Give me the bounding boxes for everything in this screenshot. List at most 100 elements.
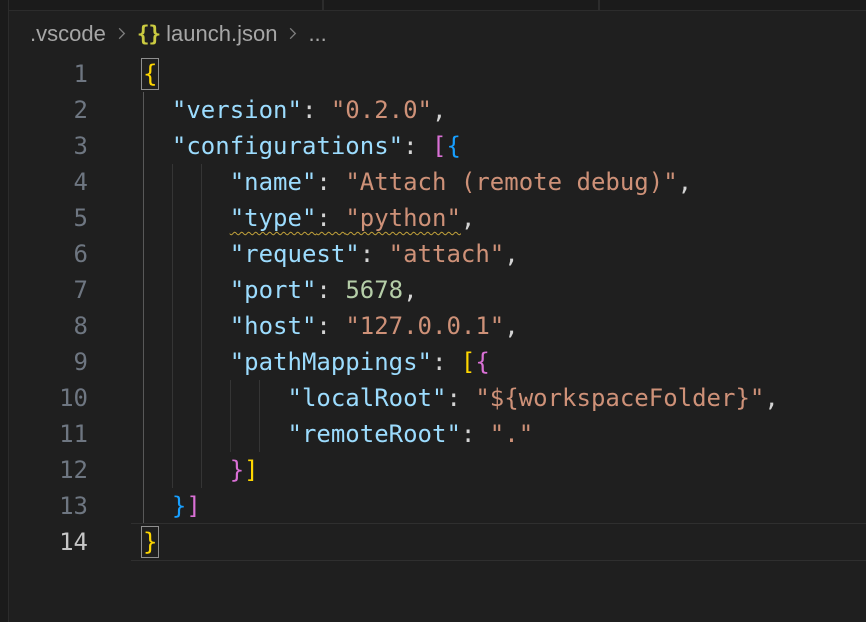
breadcrumb-file-label: launch.json [166, 21, 277, 47]
code-text: "port": 5678, [88, 276, 418, 304]
code-token: } [230, 456, 244, 484]
code-lines: 1{2 "version": "0.2.0",3 "configurations… [10, 56, 866, 560]
code-token: , [461, 204, 475, 232]
code-token: "pathMappings" [230, 348, 432, 376]
code-token: , [678, 168, 692, 196]
code-token: : [316, 204, 345, 232]
line-number: 3 [10, 128, 88, 164]
code-line[interactable]: 11 "remoteRoot": "." [10, 416, 866, 452]
line-number: 4 [10, 164, 88, 200]
code-token: : [316, 168, 345, 196]
code-token: "python" [345, 204, 461, 232]
code-token: "request" [230, 240, 360, 268]
code-token: ] [244, 456, 258, 484]
code-token: "version" [172, 96, 302, 124]
code-line[interactable]: 9 "pathMappings": [{ [10, 344, 866, 380]
activity-bar-edge [0, 0, 9, 622]
json-file-icon: {} [137, 22, 160, 46]
code-text: "name": "Attach (remote debug)", [88, 168, 692, 196]
code-line[interactable]: 13 }] [10, 488, 866, 524]
line-number: 5 [10, 200, 88, 236]
code-token: ] [186, 492, 200, 520]
code-token: "." [490, 420, 533, 448]
code-text: "version": "0.2.0", [88, 96, 446, 124]
code-token: "Attach (remote debug)" [345, 168, 677, 196]
code-text: } [88, 528, 157, 556]
code-text: }] [88, 492, 201, 520]
code-line[interactable]: 8 "host": "127.0.0.1", [10, 308, 866, 344]
line-number: 14 [10, 524, 88, 560]
code-token: "${workspaceFolder}" [475, 384, 764, 412]
code-token: : [316, 276, 345, 304]
code-line[interactable]: 6 "request": "attach", [10, 236, 866, 272]
breadcrumb-item-symbols[interactable]: ... [308, 21, 326, 47]
code-line[interactable]: 10 "localRoot": "${workspaceFolder}", [10, 380, 866, 416]
code-token: "localRoot" [288, 384, 447, 412]
warning-squiggle: "type": "python" [230, 204, 461, 232]
code-line[interactable]: 5 "type": "python", [10, 200, 866, 236]
code-text: "configurations": [{ [88, 132, 461, 160]
line-number: 1 [10, 56, 88, 92]
code-line[interactable]: 1{ [10, 56, 866, 92]
code-token: : [446, 384, 475, 412]
code-token: [ [432, 132, 446, 160]
breadcrumb-folder-label: .vscode [30, 21, 106, 47]
tab-separator [598, 0, 600, 10]
code-text: "pathMappings": [{ [88, 348, 490, 376]
line-number: 10 [10, 380, 88, 416]
code-line[interactable]: 2 "version": "0.2.0", [10, 92, 866, 128]
code-token: "remoteRoot" [288, 420, 461, 448]
breadcrumb-item-folder[interactable]: .vscode [30, 21, 106, 47]
line-number: 9 [10, 344, 88, 380]
code-line[interactable]: 3 "configurations": [{ [10, 128, 866, 164]
vscode-window: .vscode {} launch.json ... 1{2 "version"… [0, 0, 866, 622]
code-token: , [504, 240, 518, 268]
line-number: 7 [10, 272, 88, 308]
code-token: "attach" [389, 240, 505, 268]
bracket-match: } [143, 528, 157, 556]
tab-bar [0, 0, 866, 11]
code-token: "type" [230, 204, 317, 232]
code-token: : [360, 240, 389, 268]
code-token: "configurations" [172, 132, 403, 160]
code-token: [ [461, 348, 475, 376]
chevron-right-icon [114, 26, 129, 41]
code-token: : [403, 132, 432, 160]
code-token: , [432, 96, 446, 124]
code-text: "request": "attach", [88, 240, 519, 268]
code-token: , [764, 384, 778, 412]
code-token: { [446, 132, 460, 160]
breadcrumb-symbols-label: ... [308, 21, 326, 47]
code-token: { [475, 348, 489, 376]
code-token: 5678 [345, 276, 403, 304]
code-text: "host": "127.0.0.1", [88, 312, 519, 340]
chevron-right-icon [285, 26, 300, 41]
code-token: "port" [230, 276, 317, 304]
code-token: "127.0.0.1" [345, 312, 504, 340]
code-line[interactable]: 7 "port": 5678, [10, 272, 866, 308]
breadcrumb: .vscode {} launch.json ... [10, 11, 866, 56]
bracket-match: { [143, 60, 157, 88]
line-number: 11 [10, 416, 88, 452]
code-token: , [403, 276, 417, 304]
editor-pane: .vscode {} launch.json ... 1{2 "version"… [10, 11, 866, 622]
code-text: { [88, 60, 157, 88]
line-number: 12 [10, 452, 88, 488]
code-editor[interactable]: 1{2 "version": "0.2.0",3 "configurations… [10, 56, 866, 622]
breadcrumb-item-file[interactable]: {} launch.json [137, 21, 278, 47]
code-line[interactable]: 4 "name": "Attach (remote debug)", [10, 164, 866, 200]
code-token: } [172, 492, 186, 520]
code-token: "name" [230, 168, 317, 196]
code-line[interactable]: 14} [10, 524, 866, 560]
line-number: 13 [10, 488, 88, 524]
line-number: 2 [10, 92, 88, 128]
code-line[interactable]: 12 }] [10, 452, 866, 488]
code-token: : [432, 348, 461, 376]
tab-separator [322, 0, 324, 10]
code-token: : [302, 96, 331, 124]
code-text: "localRoot": "${workspaceFolder}", [88, 384, 779, 412]
line-number: 8 [10, 308, 88, 344]
code-token: : [461, 420, 490, 448]
code-token: , [504, 312, 518, 340]
code-text: }] [88, 456, 259, 484]
